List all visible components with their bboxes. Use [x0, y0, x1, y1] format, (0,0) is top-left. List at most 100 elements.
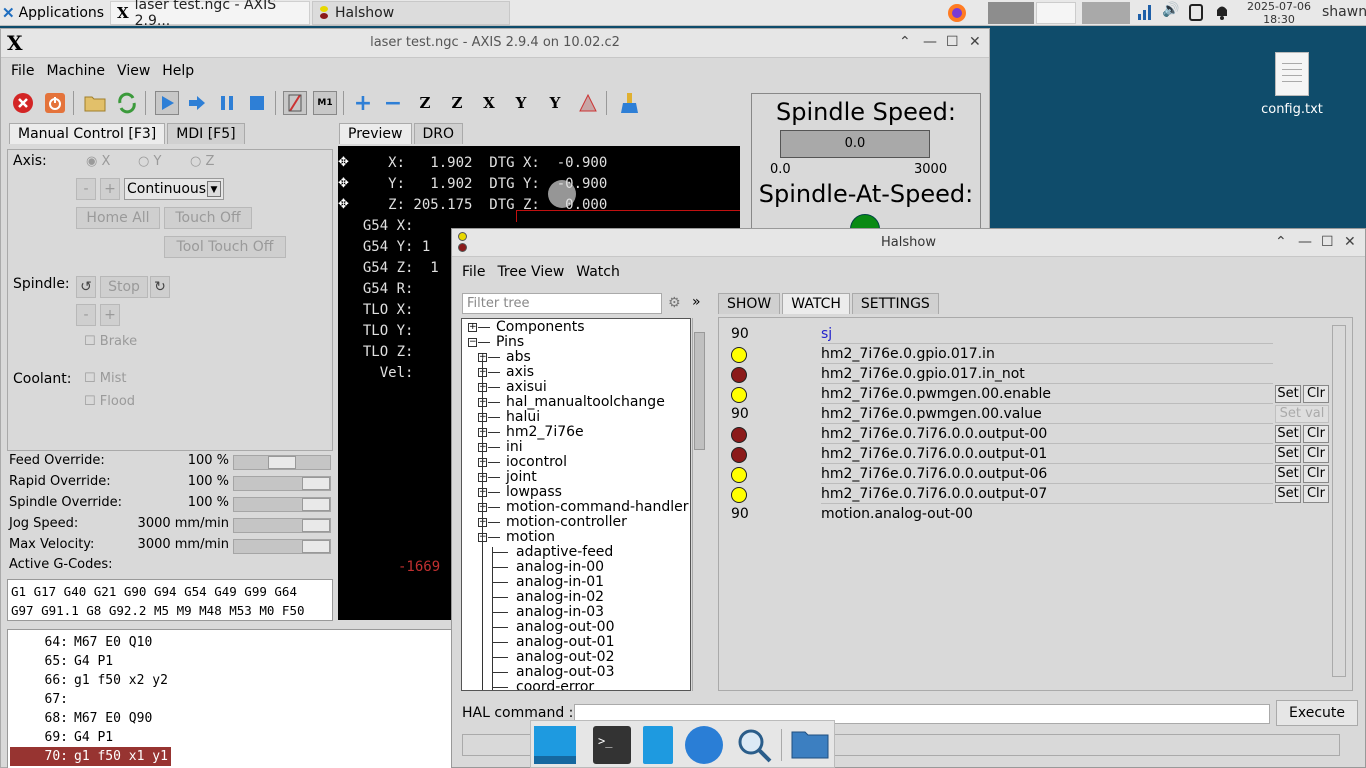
tree-scrollbar[interactable]	[692, 318, 706, 691]
override-slider[interactable]	[233, 476, 331, 491]
override-slider[interactable]	[233, 518, 331, 533]
tree-node[interactable]: analog-out-01	[516, 635, 614, 650]
gcode-program-listing[interactable]: 64: M67 E0 Q10 65: G4 P1 66: g1 f50 x2 y2 67: 6…	[7, 629, 453, 768]
clear-plot-icon[interactable]	[617, 91, 641, 115]
volume-icon[interactable]: 🔊	[1162, 2, 1182, 24]
tab-manual-control[interactable]: Manual Control [F3]	[9, 123, 166, 144]
desktop-file-config[interactable]: config.txt	[1254, 52, 1330, 117]
tree-node[interactable]: coord-error	[516, 680, 594, 691]
expand-node-icon[interactable]: +	[468, 323, 477, 332]
clipboard-icon[interactable]	[1188, 2, 1208, 24]
watch-scrollbar[interactable]	[1332, 325, 1346, 677]
menu-help[interactable]: Help	[156, 63, 200, 79]
block-delete-icon[interactable]	[283, 91, 307, 115]
tab-show[interactable]: SHOW	[718, 293, 781, 314]
menu-file[interactable]: File	[1, 63, 40, 79]
pause-icon[interactable]	[215, 91, 239, 115]
tree-node[interactable]: motion-command-handler	[506, 500, 688, 515]
collapse-node-icon[interactable]: −	[468, 338, 477, 347]
estop-icon[interactable]	[11, 91, 35, 115]
tree-node[interactable]: lowpass	[506, 485, 562, 500]
run-icon[interactable]	[155, 91, 179, 115]
firefox-icon[interactable]	[946, 2, 972, 24]
network-icon[interactable]	[1136, 2, 1156, 24]
slider-thumb[interactable]	[302, 540, 330, 553]
slider-thumb[interactable]	[268, 456, 296, 469]
step-icon[interactable]	[185, 91, 209, 115]
program-line[interactable]: 65: G4 P1	[10, 652, 450, 671]
set-button[interactable]: Set	[1275, 425, 1301, 443]
taskbar-halshow-window[interactable]: Halshow	[312, 1, 510, 25]
minimize-icon[interactable]: —	[923, 34, 937, 50]
zoom-in-icon[interactable]: +	[351, 91, 375, 116]
terminal-icon[interactable]: >_	[593, 726, 631, 764]
program-line[interactable]: 67:	[10, 690, 450, 709]
override-slider[interactable]	[233, 497, 331, 512]
zoom-out-icon[interactable]: −	[381, 91, 405, 116]
optional-stop-icon[interactable]: M1	[313, 91, 337, 115]
hal-menu-file[interactable]: File	[452, 264, 491, 280]
spindle-plus-button[interactable]: +	[100, 304, 120, 326]
tree-node[interactable]: analog-in-03	[516, 605, 604, 620]
tree-node[interactable]: iocontrol	[506, 455, 567, 470]
tree-node[interactable]: Pins	[496, 335, 524, 350]
program-line[interactable]: 69: G4 P1	[10, 728, 450, 747]
spindle-ccw-icon[interactable]: ↺	[76, 276, 96, 298]
tree-node[interactable]: motion-controller	[506, 515, 627, 530]
power-icon[interactable]	[43, 91, 67, 115]
axis-radio-x[interactable]: ◉ X	[86, 154, 110, 169]
view-z2-icon[interactable]: Z	[445, 91, 469, 115]
close-icon[interactable]: ✕	[969, 34, 981, 50]
tree-node[interactable]: analog-in-01	[516, 575, 604, 590]
spindle-cw-icon[interactable]: ↻	[150, 276, 170, 298]
jog-minus-button[interactable]: -	[76, 178, 96, 200]
open-file-icon[interactable]	[83, 91, 107, 115]
tree-node[interactable]: analog-out-03	[516, 665, 614, 680]
program-line[interactable]: 70: g1 f50 x1 y1	[10, 747, 171, 766]
tree-node[interactable]: axis	[506, 365, 534, 380]
workspace-2[interactable]	[1036, 2, 1076, 24]
tree-node[interactable]: analog-out-00	[516, 620, 614, 635]
touch-off-button[interactable]: Touch Off	[164, 207, 252, 229]
tab-watch[interactable]: WATCH	[782, 293, 850, 314]
maximize-icon[interactable]: ☐	[1321, 234, 1334, 250]
notification-bell-icon[interactable]	[1214, 2, 1234, 24]
tree-node[interactable]: Components	[496, 320, 585, 335]
tab-settings[interactable]: SETTINGS	[851, 293, 939, 314]
axis-radio-z[interactable]: ○ Z	[190, 154, 214, 169]
show-desktop-icon[interactable]	[534, 726, 576, 764]
slider-thumb[interactable]	[302, 477, 330, 490]
axis-titlebar[interactable]: X laser test.ngc - AXIS 2.9.4 on 10.02.c…	[1, 29, 989, 58]
spindle-stop-button[interactable]: Stop	[100, 276, 148, 298]
view-z-icon[interactable]: Z	[413, 91, 437, 115]
mist-checkbox[interactable]: ☐ Mist	[84, 371, 127, 386]
tree-node[interactable]: hm2_7i76e	[506, 425, 584, 440]
user-menu[interactable]: shawn	[1322, 4, 1366, 20]
override-slider[interactable]	[233, 539, 331, 554]
tab-preview[interactable]: Preview	[339, 123, 412, 144]
clr-button[interactable]: Clr	[1303, 385, 1329, 403]
tree-node[interactable]: halui	[506, 410, 540, 425]
shade-icon[interactable]: ⌃	[1275, 234, 1287, 250]
workspace-1[interactable]	[988, 2, 1034, 24]
halshow-titlebar[interactable]: Halshow ⌃ — ☐ ✕	[452, 229, 1365, 257]
tree-node[interactable]: analog-out-02	[516, 650, 614, 665]
program-line[interactable]: 64: M67 E0 Q10	[10, 633, 450, 652]
set-value-button[interactable]: Set val	[1275, 405, 1329, 423]
filter-settings-icon[interactable]: ⚙	[668, 295, 681, 311]
stop-icon[interactable]	[245, 91, 269, 115]
tree-node[interactable]: abs	[506, 350, 531, 365]
override-slider[interactable]	[233, 455, 331, 470]
tree-scroll-thumb[interactable]	[694, 332, 705, 450]
clock[interactable]: 2025-07-06 18:30	[1246, 0, 1312, 26]
menu-view[interactable]: View	[111, 63, 156, 79]
search-icon[interactable]	[735, 726, 773, 764]
workspace-3[interactable]	[1082, 2, 1130, 24]
menu-machine[interactable]: Machine	[40, 63, 111, 79]
slider-thumb[interactable]	[302, 498, 330, 511]
maximize-icon[interactable]: ☐	[946, 34, 959, 50]
slider-thumb[interactable]	[302, 519, 330, 532]
home-all-button[interactable]: Home All	[76, 207, 160, 229]
minimize-icon[interactable]: —	[1298, 234, 1312, 250]
clr-button[interactable]: Clr	[1303, 465, 1329, 483]
